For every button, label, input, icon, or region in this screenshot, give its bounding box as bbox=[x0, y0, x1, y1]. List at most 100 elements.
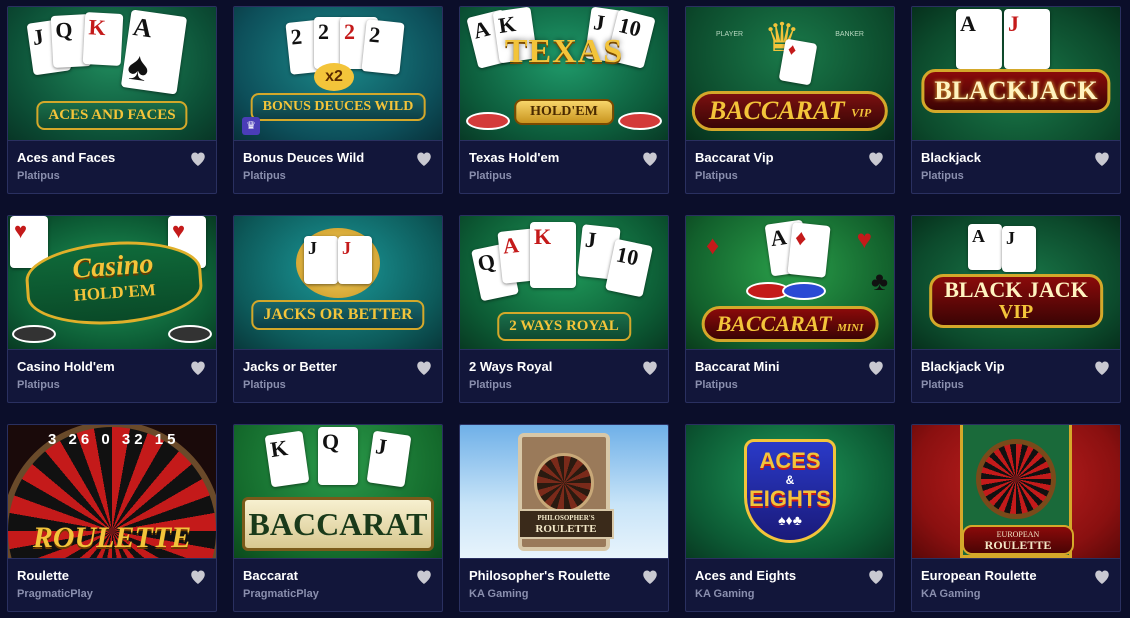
game-title: Texas Hold'em bbox=[469, 150, 560, 165]
game-provider: Platipus bbox=[921, 170, 964, 182]
game-title: 2 Ways Royal bbox=[469, 359, 553, 374]
game-card[interactable]: A K J 10 TEXAS HOLD'EM Texas Hold'em Pla… bbox=[459, 6, 669, 194]
game-art-badge: VIP bbox=[851, 105, 872, 120]
game-card[interactable]: Q A K J 10 2 WAYS ROYAL 2 Ways Royal Pla… bbox=[459, 215, 669, 403]
favorite-heart-icon[interactable] bbox=[867, 150, 885, 167]
card-art: K bbox=[530, 222, 576, 288]
game-card[interactable]: EUROPEAN ROULETTE European Roulette KA G… bbox=[911, 424, 1121, 612]
game-thumbnail[interactable]: Q A K J 10 2 WAYS ROYAL bbox=[460, 216, 668, 350]
favorite-heart-icon[interactable] bbox=[867, 359, 885, 376]
game-provider: Platipus bbox=[469, 379, 512, 391]
game-title: Blackjack Vip bbox=[921, 359, 1005, 374]
game-provider: Platipus bbox=[695, 379, 738, 391]
suit-icons: ♠♦♣ bbox=[778, 512, 802, 528]
game-thumbnail[interactable]: EUROPEAN ROULETTE bbox=[912, 425, 1120, 559]
game-card[interactable]: A J BLACK JACK VIP Blackjack Vip Platipu… bbox=[911, 215, 1121, 403]
game-title: Casino Hold'em bbox=[17, 359, 115, 374]
game-art-subtitle: ROULETTE bbox=[535, 523, 597, 535]
game-art-title: PHILOSOPHER'S ROULETTE bbox=[518, 509, 614, 539]
roulette-numbers: 3 26 0 32 15 bbox=[48, 431, 180, 448]
card-art: ♦ bbox=[787, 222, 831, 278]
favorite-heart-icon[interactable] bbox=[641, 359, 659, 376]
heart-suit-icon: ♦ bbox=[706, 230, 720, 260]
card-art: A bbox=[968, 224, 1002, 270]
game-thumbnail[interactable]: ♥ ♥ Casino HOLD'EM bbox=[8, 216, 216, 350]
game-thumbnail[interactable]: 3 26 0 32 15 ROULETTE bbox=[8, 425, 216, 559]
favorite-heart-icon[interactable] bbox=[189, 568, 207, 585]
card-art: A bbox=[956, 9, 1002, 69]
game-provider: KA Gaming bbox=[695, 588, 755, 600]
game-thumbnail[interactable]: A J BLACK JACK VIP bbox=[912, 216, 1120, 350]
game-card[interactable]: J Q K A ♠ ACES AND FACES Aces and Faces P… bbox=[7, 6, 217, 194]
heart-suit-icon: ♥ bbox=[856, 224, 872, 254]
table-label: PLAYER bbox=[716, 31, 744, 38]
game-title: Bonus Deuces Wild bbox=[243, 150, 365, 165]
card-art: J bbox=[338, 236, 372, 284]
game-title: Philosopher's Roulette bbox=[469, 568, 611, 583]
chip-art bbox=[12, 325, 56, 343]
game-card[interactable]: ♥ ♥ Casino HOLD'EM Casino Hold'em Platip… bbox=[7, 215, 217, 403]
card-art: K bbox=[82, 12, 124, 66]
game-title: Baccarat Mini bbox=[695, 359, 780, 374]
game-thumbnail[interactable]: PHILOSOPHER'S ROULETTE bbox=[460, 425, 668, 559]
game-card[interactable]: PHILOSOPHER'S ROULETTE Philosopher's Rou… bbox=[459, 424, 669, 612]
game-card[interactable]: K Q J BACCARAT Baccarat PragmaticPlay bbox=[233, 424, 443, 612]
game-provider: KA Gaming bbox=[921, 588, 981, 600]
game-thumbnail[interactable]: A K J 10 TEXAS HOLD'EM bbox=[460, 7, 668, 141]
game-provider: Platipus bbox=[695, 170, 738, 182]
game-thumbnail[interactable]: K Q J BACCARAT bbox=[234, 425, 442, 559]
game-art-title: BLACK JACK VIP bbox=[929, 274, 1103, 328]
game-art-and: & bbox=[785, 473, 795, 487]
card-art: 2 bbox=[361, 19, 405, 75]
game-title: Aces and Faces bbox=[17, 150, 116, 165]
favorite-heart-icon[interactable] bbox=[189, 150, 207, 167]
game-art-title: 2 WAYS ROYAL bbox=[497, 312, 631, 341]
card-art: J bbox=[1004, 9, 1050, 69]
game-thumbnail[interactable]: J Q K A ♠ ACES AND FACES bbox=[8, 7, 216, 141]
favorite-heart-icon[interactable] bbox=[189, 359, 207, 376]
game-art-title: BLACKJACK bbox=[921, 69, 1111, 113]
favorite-heart-icon[interactable] bbox=[1093, 150, 1111, 167]
game-card[interactable]: ACES & EIGHTS ♠♦♣ Aces and Eights KA Gam… bbox=[685, 424, 895, 612]
favorite-heart-icon[interactable] bbox=[641, 150, 659, 167]
card-art: J bbox=[1002, 226, 1036, 272]
favorite-heart-icon[interactable] bbox=[415, 568, 433, 585]
favorite-heart-icon[interactable] bbox=[415, 150, 433, 167]
favorite-heart-icon[interactable] bbox=[415, 359, 433, 376]
favorite-heart-icon[interactable] bbox=[867, 568, 885, 585]
favorite-heart-icon[interactable] bbox=[1093, 359, 1111, 376]
game-art-title: Casino HOLD'EM bbox=[23, 235, 205, 331]
game-card[interactable]: J J JACKS OR BETTER Jacks or Better Plat… bbox=[233, 215, 443, 403]
game-title: European Roulette bbox=[921, 568, 1037, 583]
game-art-subtitle: ROULETTE bbox=[984, 538, 1052, 552]
game-art-title: JACKS OR BETTER bbox=[251, 300, 425, 330]
game-thumbnail[interactable]: PLAYER BANKER ♛ ♦ BACCARAT VIP bbox=[686, 7, 894, 141]
game-card[interactable]: 2 2 2 2 x2 BONUS DEUCES WILD ♛ Bonus Deu… bbox=[233, 6, 443, 194]
game-provider: Platipus bbox=[469, 170, 512, 182]
game-thumbnail[interactable]: A J BLACKJACK bbox=[912, 7, 1120, 141]
chip-art bbox=[618, 112, 662, 130]
game-thumbnail[interactable]: A ♦ ♦ ♥ ♣ BACCARAT MINI bbox=[686, 216, 894, 350]
game-title: Blackjack bbox=[921, 150, 981, 165]
game-art-badge: VIP bbox=[998, 301, 1034, 323]
favorite-heart-icon[interactable] bbox=[1093, 568, 1111, 585]
game-card[interactable]: PLAYER BANKER ♛ ♦ BACCARAT VIP Baccarat … bbox=[685, 6, 895, 194]
game-card[interactable]: A J BLACKJACK Blackjack Platipus bbox=[911, 6, 1121, 194]
games-grid: J Q K A ♠ ACES AND FACES Aces and Faces P… bbox=[7, 6, 1121, 612]
favorite-heart-icon[interactable] bbox=[641, 568, 659, 585]
game-art-word: ACES bbox=[759, 448, 821, 473]
card-art: A ♠ bbox=[120, 9, 188, 95]
chip-art bbox=[168, 325, 212, 343]
game-art-word: BACCARAT bbox=[708, 96, 845, 125]
game-art-word: BLACK JACK bbox=[944, 277, 1088, 302]
game-card[interactable]: 3 26 0 32 15 ROULETTE Roulette Pragmatic… bbox=[7, 424, 217, 612]
game-thumbnail[interactable]: J J JACKS OR BETTER bbox=[234, 216, 442, 350]
game-thumbnail[interactable]: 2 2 2 2 x2 BONUS DEUCES WILD ♛ bbox=[234, 7, 442, 141]
game-thumbnail[interactable]: ACES & EIGHTS ♠♦♣ bbox=[686, 425, 894, 559]
card-art: Q bbox=[318, 427, 358, 485]
trophy-icon: ♛ bbox=[242, 117, 260, 135]
game-card[interactable]: A ♦ ♦ ♥ ♣ BACCARAT MINI Baccarat Mini Pl… bbox=[685, 215, 895, 403]
game-provider: Platipus bbox=[243, 170, 286, 182]
game-art-title: EUROPEAN ROULETTE bbox=[962, 525, 1074, 555]
roulette-wheel-art bbox=[976, 439, 1056, 519]
